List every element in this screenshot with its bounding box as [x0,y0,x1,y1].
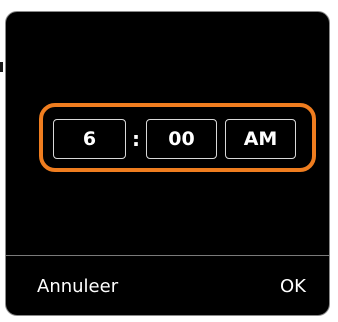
cancel-button[interactable]: Annuleer [37,276,118,298]
edge-fragment [0,62,3,72]
am-pm-value: AM [243,128,278,150]
minute-field[interactable]: 00 [146,119,217,159]
button-divider [6,255,329,256]
hour-field[interactable]: 6 [53,119,126,159]
ok-button[interactable]: OK [280,276,306,298]
screen: 6 : 00 AM Annuleer OK [0,0,338,322]
hour-value: 6 [82,128,97,150]
am-pm-field[interactable]: AM [225,119,296,159]
time-picker-dialog: 6 : 00 AM Annuleer OK [5,11,330,316]
time-separator: : [132,127,140,151]
minute-value: 00 [168,128,195,150]
